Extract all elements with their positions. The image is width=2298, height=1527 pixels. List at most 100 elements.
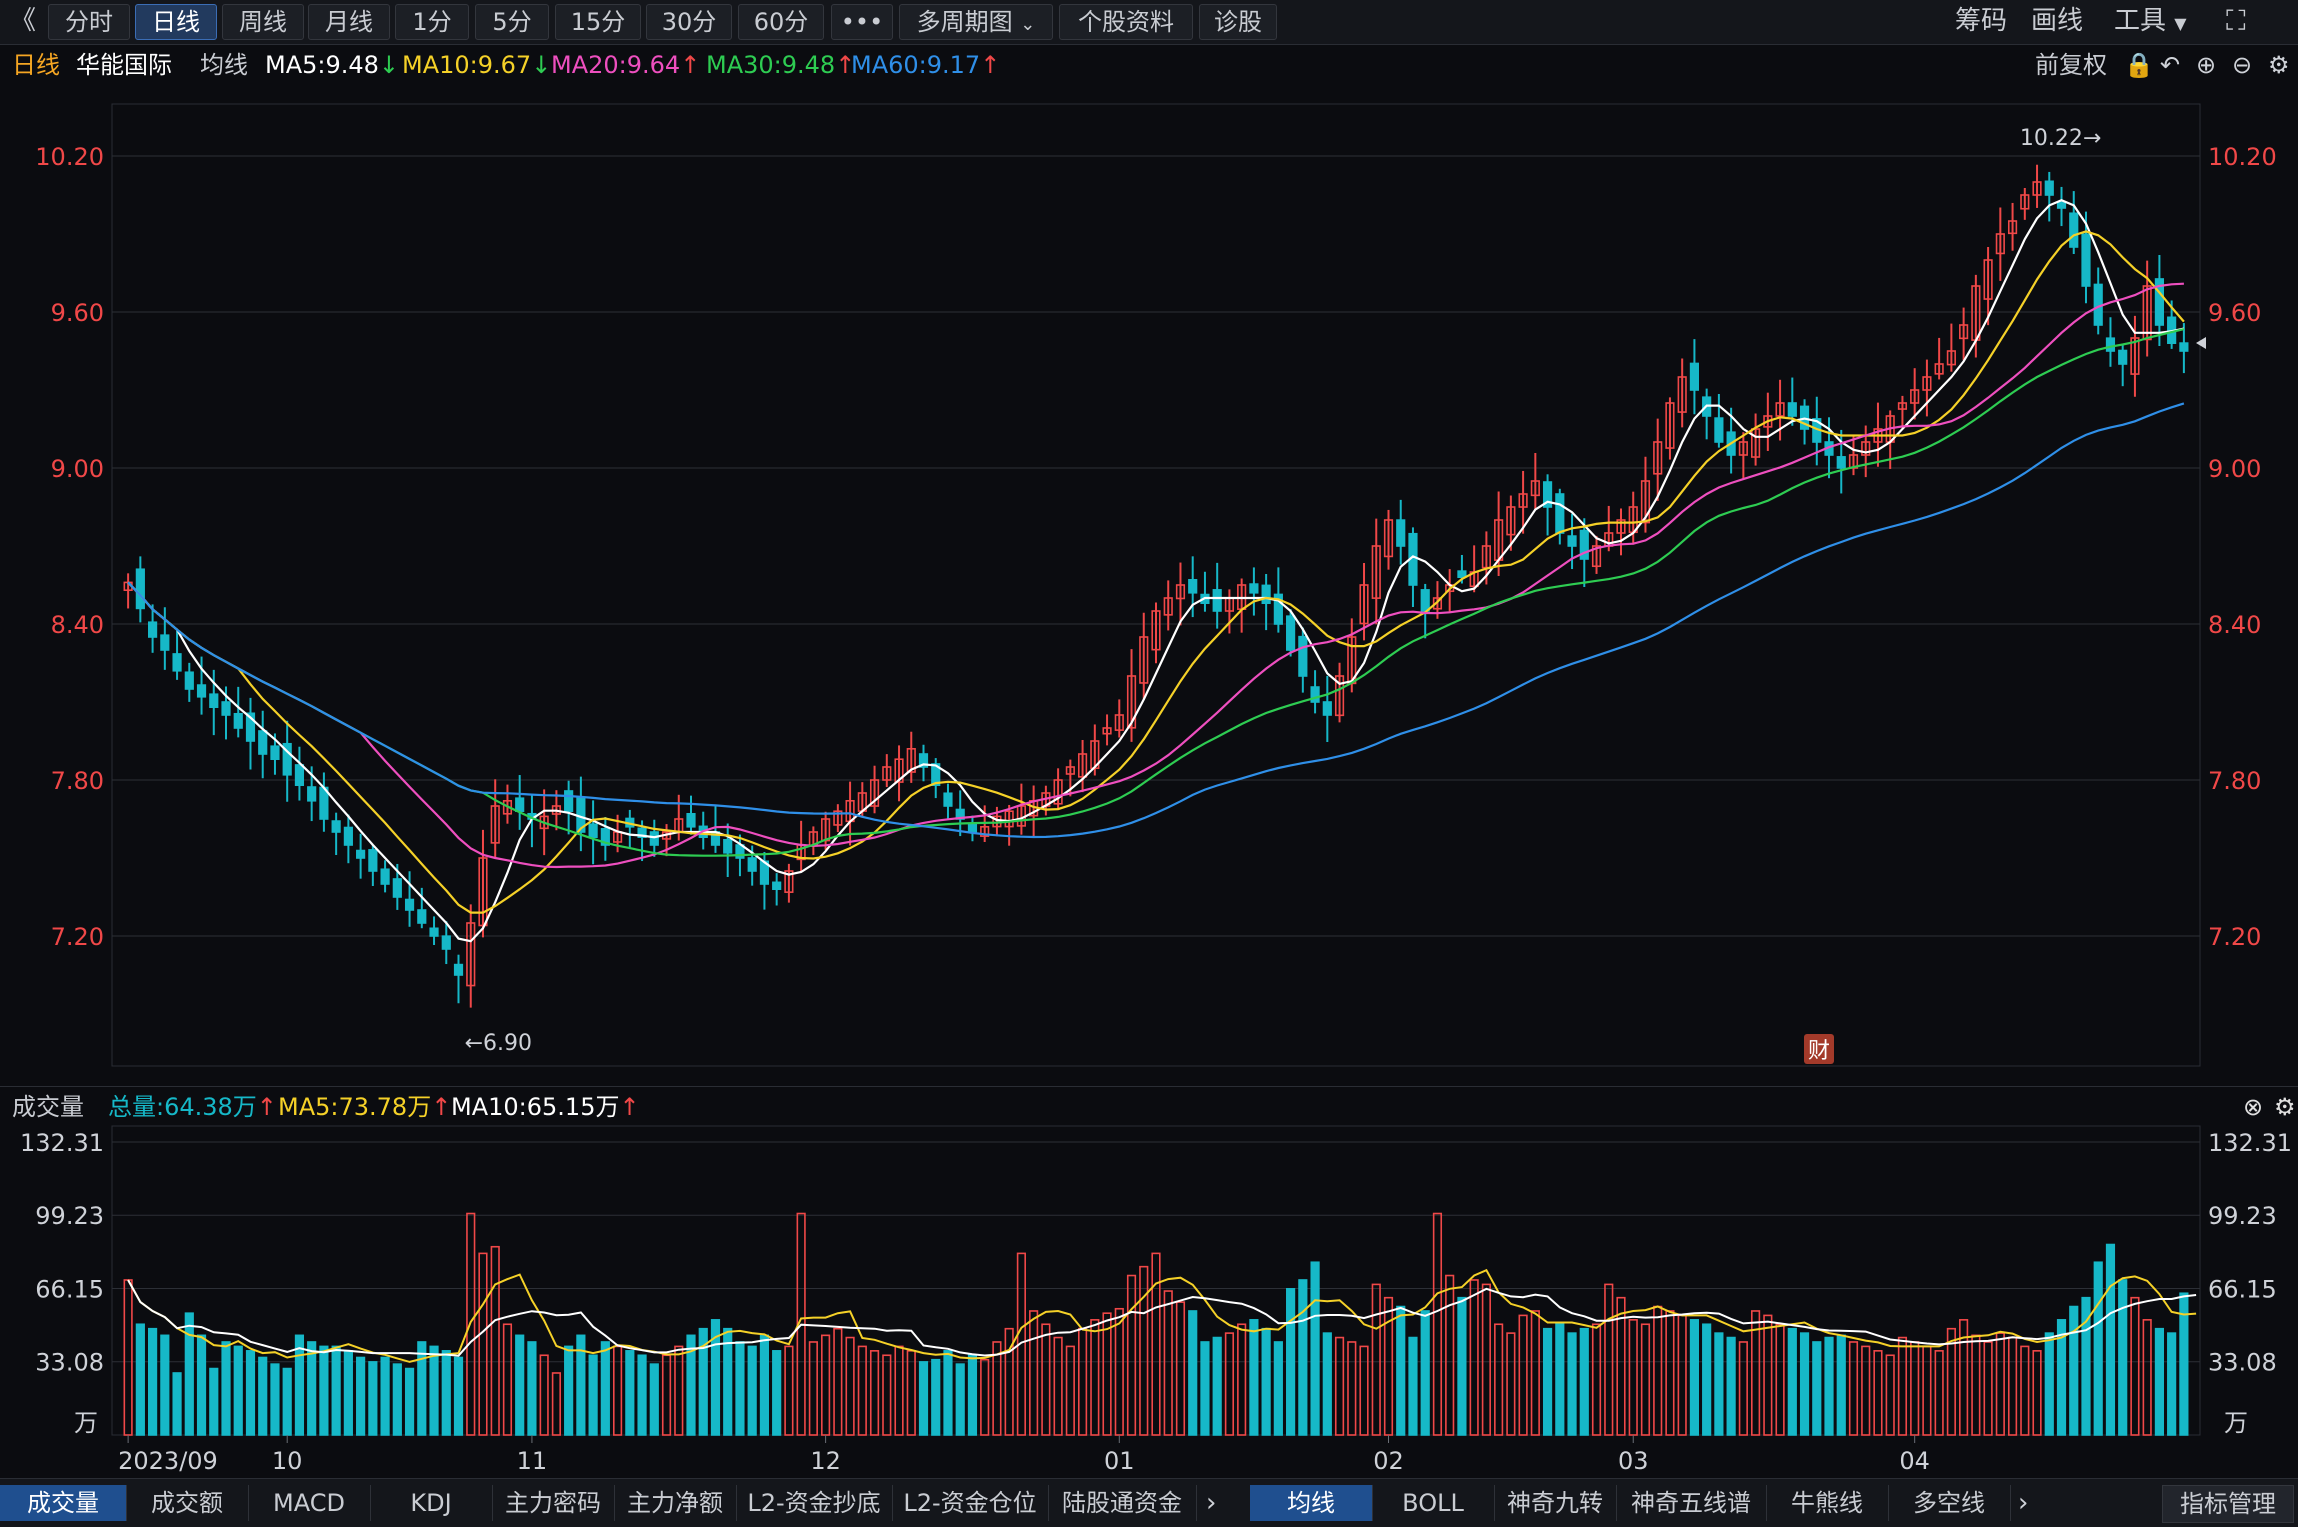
candle-body: [698, 825, 708, 838]
settings-icon[interactable]: ⚙: [2268, 45, 2290, 85]
lock-icon[interactable]: 🔒: [2124, 45, 2154, 85]
candle-body: [233, 712, 243, 729]
diagnose-button[interactable]: 诊股: [1199, 4, 1277, 40]
volume-ma5-line: [127, 1268, 2197, 1363]
candle-body: [1555, 493, 1565, 534]
ma20-line: [127, 282, 2184, 869]
candle-body: [1065, 766, 1075, 775]
candle-body: [894, 758, 904, 783]
finance-badge: [1804, 1034, 1834, 1064]
candle-body: [123, 581, 133, 592]
volume-bar: [1738, 1341, 1748, 1436]
volume-bar: [172, 1372, 182, 1436]
indicator-tab-left-4[interactable]: 主力密码: [492, 1485, 615, 1521]
indicator-tab-left-2[interactable]: MACD: [248, 1485, 371, 1521]
volume-bar: [233, 1345, 243, 1436]
volume-bar: [2142, 1319, 2152, 1436]
volume-bar: [1897, 1336, 1908, 1436]
volume-bar: [2069, 1305, 2079, 1436]
stock-info-button[interactable]: 个股资料: [1059, 4, 1193, 40]
tab-daily[interactable]: 日线: [135, 4, 217, 40]
candle-body: [1530, 480, 1540, 497]
volume-bar: [1542, 1327, 1553, 1436]
more-periods-button[interactable]: •••: [831, 4, 893, 40]
candle-body: [637, 827, 647, 839]
tab-monthly[interactable]: 月线: [308, 4, 390, 40]
candle-body: [784, 870, 794, 893]
indicator-tab-left-3[interactable]: KDJ: [370, 1485, 493, 1521]
indicator-tab-right-4[interactable]: 牛熊线: [1766, 1485, 1889, 1521]
draw-button[interactable]: 画线: [2031, 4, 2083, 38]
candle-body: [1004, 810, 1014, 828]
indicator-tab-left-7[interactable]: L2-资金仓位: [892, 1485, 1049, 1521]
candle-body: [1763, 415, 1773, 428]
undo-icon[interactable]: ↶: [2160, 45, 2180, 85]
indicator-tab-left-8[interactable]: 陆股通资金: [1048, 1485, 1197, 1521]
tools-button[interactable]: 工具 ▼: [2114, 4, 2187, 38]
candle-body: [441, 935, 451, 950]
candle-body: [1383, 519, 1394, 558]
tab-intraday[interactable]: 分时: [48, 4, 130, 40]
kline-chart[interactable]: 10.20 10.20 9.60 9.60 9.00 9.00 8.40 8.40 7.80 7.…: [0, 0, 2298, 1526]
indicator-tab-left-1[interactable]: 成交额: [126, 1485, 249, 1521]
indicator-tab-right-3[interactable]: 神奇五线谱: [1616, 1485, 1767, 1521]
indicator-tab-left-5[interactable]: 主力净额: [614, 1485, 737, 1521]
tab-5min[interactable]: 5分: [475, 4, 549, 40]
x-tick-label: 03: [1618, 1447, 1649, 1475]
chevron-right-icon[interactable]: ›: [2018, 1485, 2028, 1521]
tab-30min[interactable]: 30分: [646, 4, 732, 40]
candle-body: [1959, 324, 1969, 340]
candle-body: [1126, 675, 1137, 729]
volume-tick-right: 99.23: [2208, 1202, 2277, 1230]
candle-body: [1396, 519, 1406, 547]
price-pane-frame: [111, 103, 2201, 1067]
candle-body: [270, 745, 280, 761]
volume-bar: [1787, 1327, 1797, 1436]
candle-body: [331, 820, 341, 833]
candle-body: [172, 653, 182, 672]
volume-tick-left: 66.15: [35, 1275, 104, 1303]
candle-body: [429, 927, 439, 937]
volume-bar: [1959, 1319, 1969, 1436]
chip-button[interactable]: 筹码: [1955, 4, 2007, 38]
volume-bar: [661, 1354, 672, 1436]
chevron-right-icon[interactable]: ›: [1206, 1485, 1216, 1521]
candle-body: [1261, 584, 1271, 605]
volume-bar: [747, 1345, 757, 1436]
price-tick-left: 8.40: [51, 611, 104, 639]
volume-ma10: MA10:65.15万↑: [451, 1087, 640, 1127]
multi-period-button[interactable]: 多周期图 ⌄: [899, 4, 1053, 40]
candle-body: [135, 568, 145, 610]
volume-bar: [1102, 1312, 1112, 1436]
ma10-line: [127, 230, 2185, 914]
volume-bar: [918, 1361, 929, 1436]
volume-bar: [1567, 1332, 1577, 1436]
candle-body: [686, 812, 696, 828]
candle-body: [1726, 431, 1736, 456]
indicator-manage-button[interactable]: 指标管理: [2162, 1485, 2294, 1523]
candle-body: [918, 753, 929, 768]
adjust-label[interactable]: 前复权: [2035, 45, 2107, 85]
indicator-tab-left-6[interactable]: L2-资金抄底: [736, 1485, 893, 1521]
volume-bar: [1126, 1274, 1137, 1436]
indicator-tab-right-1[interactable]: BOLL: [1372, 1485, 1495, 1521]
indicator-tab-left-0[interactable]: 成交量: [0, 1485, 127, 1521]
ma-label[interactable]: 均线: [200, 45, 248, 85]
volume-bar: [1751, 1310, 1761, 1436]
zoom-in-icon[interactable]: ⊕: [2196, 45, 2216, 85]
settings-icon[interactable]: ⚙: [2274, 1087, 2296, 1127]
tab-1min[interactable]: 1分: [395, 4, 469, 40]
back-icon[interactable]: 《: [10, 4, 36, 38]
tab-15min[interactable]: 15分: [555, 4, 641, 40]
indicator-tab-right-0[interactable]: 均线: [1250, 1485, 1373, 1521]
close-icon[interactable]: ⊗: [2243, 1087, 2263, 1127]
chevron-down-icon: ⌄: [1020, 14, 1036, 35]
indicator-tab-right-5[interactable]: 多空线: [1888, 1485, 2011, 1521]
volume-bar: [1249, 1319, 1259, 1436]
zoom-out-icon[interactable]: ⊖: [2232, 45, 2252, 85]
tab-weekly[interactable]: 周线: [222, 4, 304, 40]
indicator-tab-right-2[interactable]: 神奇九转: [1494, 1485, 1617, 1521]
tab-60min[interactable]: 60分: [738, 4, 824, 40]
fullscreen-icon[interactable]: ⛶: [2226, 4, 2246, 38]
volume-bar: [147, 1327, 158, 1436]
